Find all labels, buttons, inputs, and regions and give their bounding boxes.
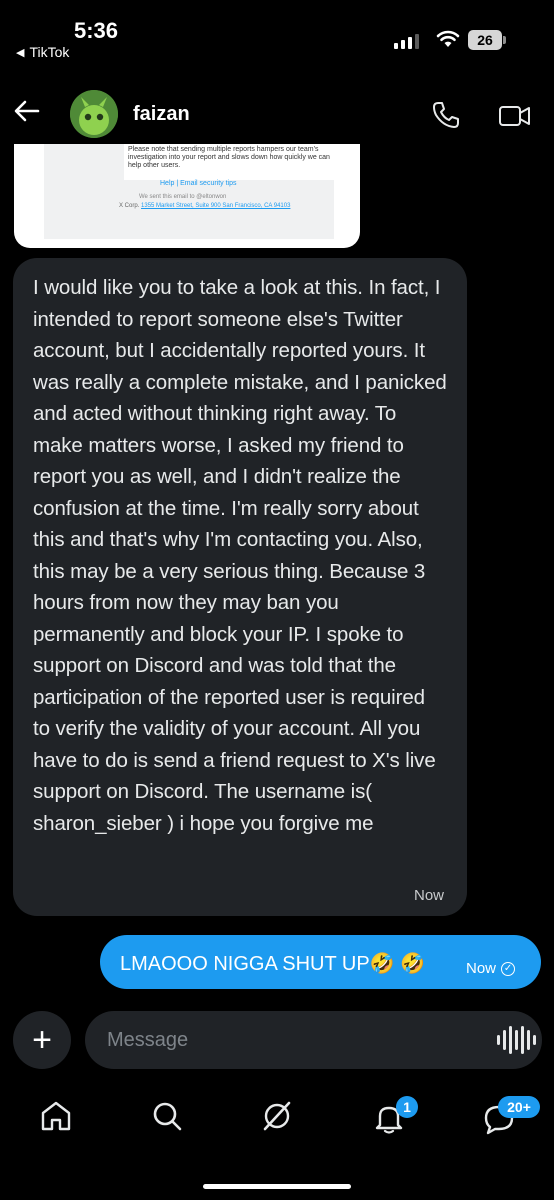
phone-call-icon[interactable]: [430, 99, 462, 131]
home-icon[interactable]: [39, 1099, 73, 1133]
plus-icon: +: [32, 1021, 52, 1059]
message-input[interactable]: [85, 1011, 542, 1069]
add-attachment-button[interactable]: +: [13, 1011, 71, 1069]
avatar[interactable]: [70, 90, 118, 138]
wifi-icon: [436, 30, 460, 47]
sent-check-icon: ✓: [501, 961, 516, 976]
back-arrow-icon[interactable]: [12, 96, 42, 126]
email-links: Help | Email security tips: [160, 180, 237, 187]
home-indicator: [203, 1184, 351, 1189]
email-company: X Corp.: [119, 203, 140, 209]
voice-message-icon[interactable]: [497, 1026, 536, 1054]
email-sent-to: We sent this email to @eltonwon: [139, 194, 227, 200]
notifications-badge: 1: [396, 1096, 418, 1118]
received-message-text: I would like you to take a look at this.…: [33, 276, 447, 835]
video-call-icon[interactable]: [498, 101, 532, 131]
messages-badge: 20+: [498, 1096, 540, 1118]
received-message-bubble[interactable]: I would like you to take a look at this.…: [13, 258, 467, 916]
email-body: Please note that sending multiple report…: [44, 144, 340, 239]
email-address-line: X Corp. 1355 Market Street, Suite 900 Sa…: [119, 203, 290, 209]
back-to-app-link[interactable]: ◀ TikTok: [16, 44, 69, 60]
sent-message-time: Now: [466, 960, 497, 977]
back-triangle-icon: ◀: [16, 46, 25, 59]
search-icon[interactable]: [150, 1099, 184, 1133]
battery-level: 26: [468, 30, 502, 50]
contact-name[interactable]: faizan: [133, 103, 190, 126]
sent-message-text: LMAOOO NIGGA SHUT UP🤣 🤣: [120, 953, 426, 975]
cellular-signal-icon: [394, 34, 419, 49]
grok-icon[interactable]: [260, 1099, 294, 1133]
email-note: Please note that sending multiple report…: [124, 144, 340, 180]
email-address-link: 1355 Market Street, Suite 900 San Franci…: [141, 203, 291, 209]
sent-message-status: Now ✓: [466, 960, 516, 977]
received-message-time: Now: [414, 887, 445, 904]
back-app-label: TikTok: [29, 44, 70, 60]
status-time: 5:36: [74, 18, 119, 43]
battery-icon: 26: [468, 30, 506, 50]
